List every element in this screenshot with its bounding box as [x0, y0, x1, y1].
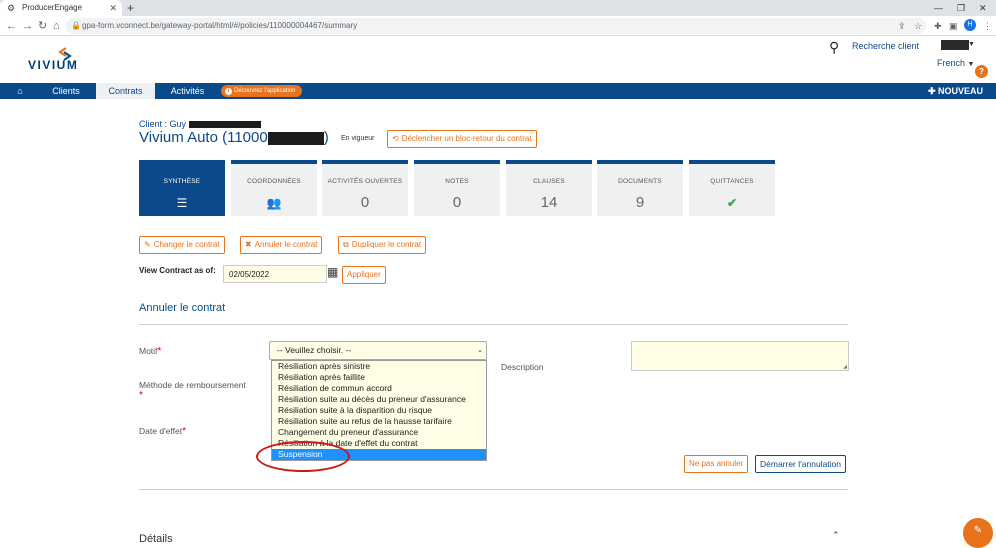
- close-icon: ✖: [245, 240, 252, 249]
- tile-notes[interactable]: NOTES 0: [414, 160, 500, 216]
- pencil-icon: ✎: [144, 240, 151, 249]
- copy-icon: ⧉: [343, 240, 349, 249]
- calendar-icon[interactable]: ▦: [327, 265, 338, 279]
- motif-label: Motif*: [139, 346, 162, 357]
- client-label: Client : Guy: [139, 119, 261, 129]
- lock-icon: 🔒: [71, 21, 81, 30]
- new-button[interactable]: ✚ NOUVEAU: [928, 83, 983, 99]
- motif-option[interactable]: Résiliation suite à la disparition du ri…: [272, 405, 486, 416]
- details-section-title: Détails: [139, 533, 173, 545]
- refund-required-mark: *: [139, 390, 143, 401]
- sidepanel-icon[interactable]: ▣: [949, 19, 958, 33]
- client-name-redacted: [188, 121, 261, 129]
- tile-synthese[interactable]: SYNTHÈSE ☰: [139, 160, 225, 216]
- divider: [139, 489, 848, 490]
- discover-app-button[interactable]: i Découvrez l'application: [221, 85, 302, 97]
- cancel-contract-button[interactable]: ✖ Annuler le contrat: [240, 236, 323, 254]
- user-name-redacted[interactable]: [941, 40, 969, 50]
- refund-method-label: Méthode de remboursement: [139, 380, 246, 390]
- home-icon[interactable]: ⌂: [53, 17, 60, 35]
- contract-title: Vivium Auto (11000): [139, 129, 329, 146]
- reload-icon[interactable]: ↻: [38, 17, 47, 35]
- refresh-icon: ⟲: [392, 134, 399, 143]
- users-icon: 👥: [266, 196, 282, 210]
- chevron-up-icon[interactable]: ⌃: [832, 530, 840, 541]
- motif-option[interactable]: Résiliation de commun accord: [272, 383, 486, 394]
- menu-icon: ☰: [176, 196, 188, 210]
- cancel-section-title: Annuler le contrat: [139, 302, 226, 314]
- trigger-return-button[interactable]: ⟲ Déclencher un bloc-retour du contrat: [387, 130, 537, 148]
- minimize-icon[interactable]: —: [934, 0, 943, 16]
- nav-contrats[interactable]: Contrats: [96, 83, 155, 99]
- url-field[interactable]: 🔒 gpa-form.vconnect.be/gateway-portal/ht…: [66, 18, 926, 34]
- motif-select[interactable]: -- Veuillez choisir. -- ⌄: [269, 341, 487, 360]
- new-tab-icon[interactable]: +: [127, 0, 134, 16]
- divider: [139, 324, 848, 325]
- home-nav-icon[interactable]: ⌂: [9, 83, 31, 99]
- tile-clauses[interactable]: CLAUSES 14: [506, 160, 592, 216]
- info-icon: i: [225, 88, 232, 95]
- chevron-down-icon[interactable]: ▼: [968, 41, 975, 48]
- close-tab-icon[interactable]: ✕: [109, 0, 117, 16]
- profile-avatar[interactable]: H: [964, 19, 976, 31]
- description-field[interactable]: ◢: [631, 341, 849, 371]
- feedback-fab[interactable]: ✎: [963, 518, 993, 548]
- view-as-of-label: View Contract as of:: [139, 266, 216, 275]
- share-icon[interactable]: ⇪: [898, 19, 906, 33]
- extensions-icon[interactable]: ✚: [934, 19, 942, 33]
- chevron-down-icon: ⌄: [477, 347, 483, 354]
- apply-button[interactable]: Appliquer: [342, 266, 386, 284]
- logo-text[interactable]: VIVIUM: [28, 58, 78, 72]
- main-navigation: ⌂ Clients Contrats Activités i Découvrez …: [0, 83, 996, 99]
- nav-clients[interactable]: Clients: [40, 83, 92, 99]
- effective-date-label: Date d'effet*: [139, 426, 186, 437]
- pencil-icon: ✎: [973, 525, 983, 536]
- start-cancel-button[interactable]: Démarrer l'annulation: [755, 455, 846, 473]
- browser-tab[interactable]: ⚙ ProducerEngage ✕: [0, 0, 122, 16]
- contract-status: En vigueur: [341, 135, 375, 142]
- browser-tab-bar: ⚙ ProducerEngage ✕ + — ❐ ✕: [0, 0, 996, 16]
- help-badge[interactable]: ?: [975, 65, 988, 78]
- view-date-input[interactable]: [223, 265, 327, 283]
- motif-option[interactable]: Résiliation après faillite: [272, 372, 486, 383]
- bookmark-star-icon[interactable]: ☆: [914, 19, 922, 33]
- resize-grip-icon[interactable]: ◢: [843, 364, 847, 370]
- check-icon: ✔: [726, 196, 738, 210]
- change-contract-button[interactable]: ✎ Changer le contrat: [139, 236, 225, 254]
- duplicate-contract-button[interactable]: ⧉ Dupliquer le contrat: [338, 236, 427, 254]
- motif-option[interactable]: Changement du preneur d'assurance: [272, 427, 486, 438]
- description-label: Description: [501, 362, 544, 372]
- motif-option[interactable]: Résiliation après sinistre: [272, 361, 486, 372]
- nav-activites[interactable]: Activités: [162, 83, 213, 99]
- motif-option[interactable]: Résiliation suite au refus de la hausse …: [272, 416, 486, 427]
- no-cancel-button[interactable]: Ne pas annuler: [684, 455, 749, 473]
- motif-option[interactable]: Résiliation suite au décès du preneur d'…: [272, 394, 486, 405]
- tile-documents[interactable]: DOCUMENTS 9: [597, 160, 683, 216]
- url-text: gpa-form.vconnect.be/gateway-portal/html…: [82, 21, 358, 30]
- tab-title: ProducerEngage: [22, 3, 83, 12]
- contract-number-redacted: [267, 131, 324, 145]
- tile-quittances[interactable]: QUITTANCES ✔: [689, 160, 775, 216]
- language-selector[interactable]: French ▼: [937, 58, 974, 68]
- highlight-annotation: [256, 441, 350, 472]
- tile-activites-ouvertes[interactable]: ACTIVITÉS OUVERTES 0: [322, 160, 408, 216]
- gear-icon: ⚙: [7, 3, 16, 13]
- client-search-link[interactable]: Recherche client: [852, 41, 919, 51]
- search-icon[interactable]: ⚲: [829, 39, 839, 56]
- tile-coordonnees[interactable]: COORDONNÉES 👥: [231, 160, 317, 216]
- window-close-icon[interactable]: ✕: [979, 0, 987, 16]
- chevron-down-icon: ▼: [967, 61, 975, 68]
- forward-icon[interactable]: →: [22, 17, 33, 35]
- address-bar: ← → ↻ ⌂ 🔒 gpa-form.vconnect.be/gateway-p…: [0, 16, 996, 36]
- browser-menu-icon[interactable]: ⋮: [983, 19, 992, 33]
- maximize-icon[interactable]: ❐: [957, 0, 965, 16]
- back-icon[interactable]: ←: [6, 17, 17, 35]
